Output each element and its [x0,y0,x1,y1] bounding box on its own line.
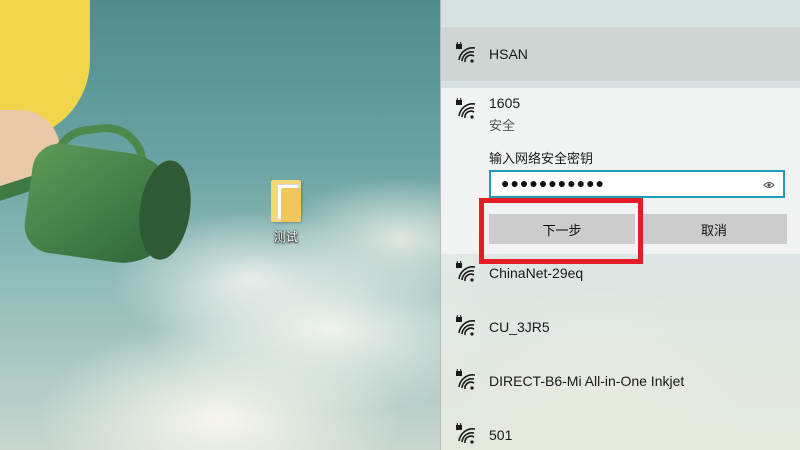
network-item-cu-3jr5[interactable]: CU_3JR5 [441,300,800,354]
network-item-chinanet-29eq[interactable]: ChinaNet-29eq [441,246,800,300]
network-item-501[interactable]: 501 [441,408,800,450]
network-item-direct-b6-mi[interactable]: DIRECT-B6-Mi All-in-One Inkjet [441,354,800,408]
wifi-secured-icon [456,42,476,63]
desktop-icon-label: 测试 [273,230,298,244]
network-item-hsan[interactable]: HSAN [441,27,800,81]
next-button[interactable]: 下一步 [489,214,635,244]
wifi-secured-icon [456,315,476,336]
network-name: 501 [489,427,513,443]
security-key-input[interactable]: ●●●●●●●●●●● [489,170,785,198]
wifi-secured-icon [456,98,476,119]
network-name: ChinaNet-29eq [489,265,584,281]
network-flyout: HSAN 1605 安全 输入网络安全密钥 ●●●●●●●●●●● 下一步 取消 [440,0,800,450]
security-key-label: 输入网络安全密钥 [489,151,594,166]
security-key-value: ●●●●●●●●●●● [501,175,606,191]
folder-icon [271,180,301,222]
wifi-secured-icon [456,261,476,282]
network-name: HSAN [489,46,528,62]
network-name: DIRECT-B6-Mi All-in-One Inkjet [489,373,685,389]
reveal-password-icon[interactable] [763,179,775,191]
network-name: CU_3JR5 [489,319,550,335]
network-security-status: 安全 [489,118,516,133]
cancel-button[interactable]: 取消 [641,214,787,244]
network-item-1605-expanded: 1605 安全 输入网络安全密钥 ●●●●●●●●●●● 下一步 取消 [441,88,800,254]
network-name: 1605 [489,95,521,111]
desktop-icon-test-folder[interactable]: 测试 [262,180,310,245]
wifi-secured-icon [456,423,476,444]
wifi-secured-icon [456,369,476,390]
